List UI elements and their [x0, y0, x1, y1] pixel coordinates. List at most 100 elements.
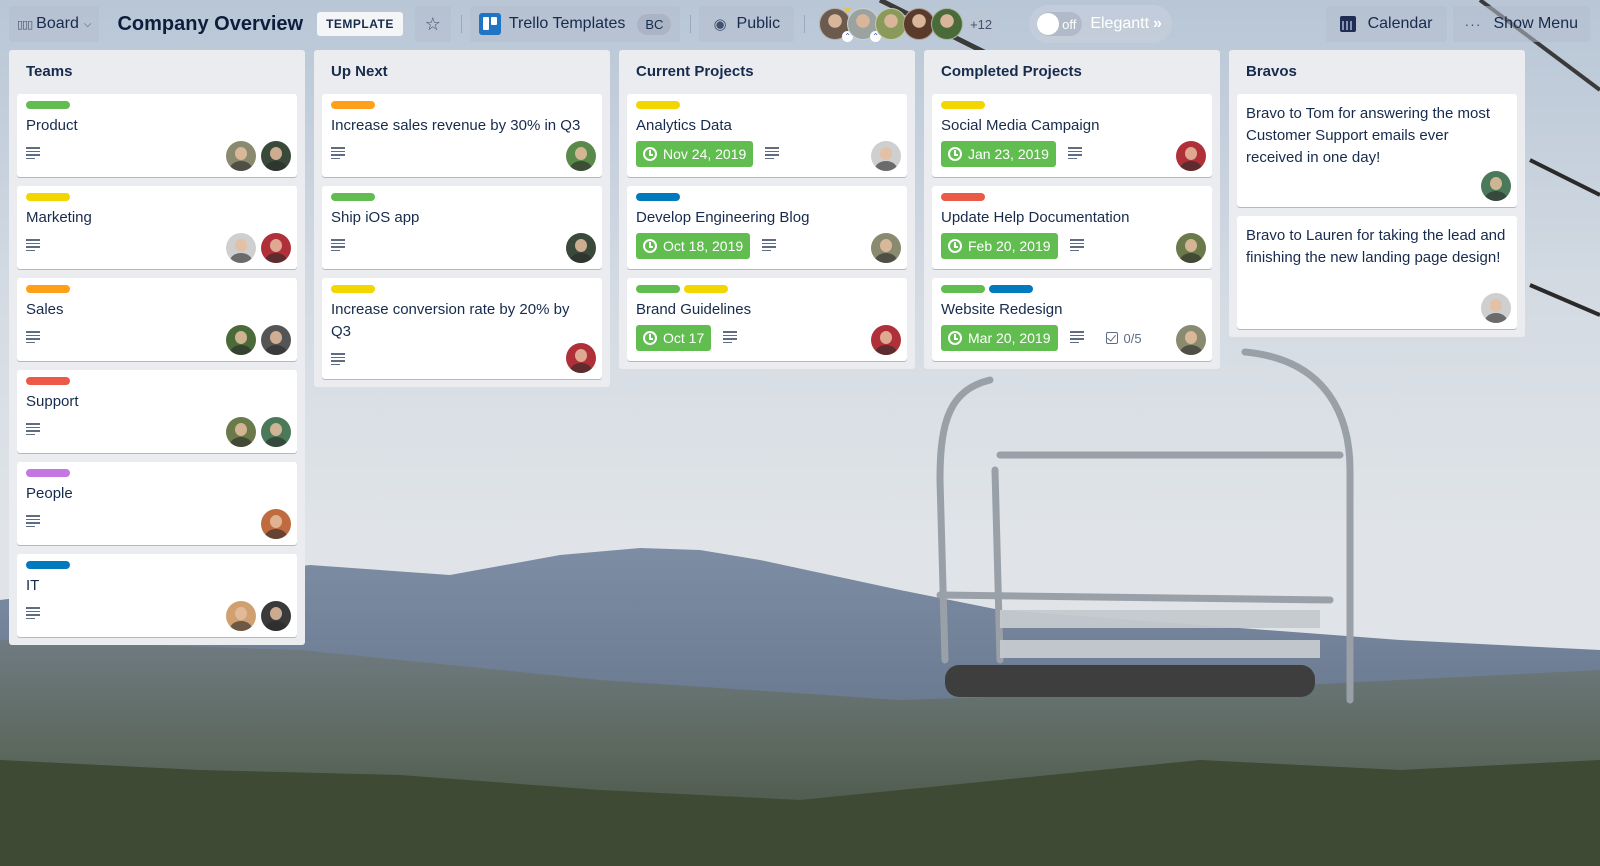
card[interactable]: Analytics Data Nov 24, 2019: [627, 94, 907, 177]
avatar[interactable]: [871, 233, 901, 263]
card[interactable]: IT: [17, 554, 297, 637]
list-title[interactable]: Current Projects: [627, 50, 907, 94]
elegantt-toggle[interactable]: off: [1037, 12, 1083, 36]
card[interactable]: People: [17, 462, 297, 545]
card[interactable]: Update Help Documentation Feb 20, 2019: [932, 186, 1212, 269]
show-menu-button[interactable]: ··· Show Menu: [1452, 6, 1590, 42]
board-title[interactable]: Company Overview: [117, 13, 303, 36]
label-yellow[interactable]: [26, 193, 70, 201]
team-button[interactable]: Trello Templates BC: [469, 6, 681, 42]
avatar[interactable]: [1176, 325, 1206, 355]
avatar[interactable]: [566, 141, 596, 171]
due-date-badge[interactable]: Nov 24, 2019: [636, 141, 754, 167]
visibility-button[interactable]: ◉ Public: [699, 6, 795, 42]
label-green[interactable]: [331, 193, 375, 201]
card-badges: Jan 23, 2019: [941, 141, 1203, 167]
card-members: [561, 233, 596, 263]
avatar[interactable]: [261, 325, 291, 355]
card-title: Increase conversion rate by 20% by Q3: [331, 301, 570, 340]
visibility-label: Public: [736, 15, 781, 32]
calendar-button[interactable]: Calendar: [1325, 6, 1447, 42]
list-title[interactable]: Up Next: [322, 50, 602, 94]
board-view-icon: ▯▯▯: [17, 18, 33, 31]
board-view-switcher[interactable]: ▯▯▯ Board ⌵: [9, 6, 100, 42]
list-teams: Teams Product Marketing Sales Support People I…: [9, 50, 305, 645]
avatar[interactable]: [226, 417, 256, 447]
description-icon: [765, 147, 780, 161]
label-green[interactable]: [26, 101, 70, 109]
label-blue[interactable]: [636, 193, 680, 201]
due-date-badge[interactable]: Mar 20, 2019: [941, 325, 1058, 351]
card[interactable]: Support: [17, 370, 297, 453]
avatar[interactable]: [261, 233, 291, 263]
elegantt-powerup-button[interactable]: off Elegantt »: [1029, 5, 1172, 43]
avatar[interactable]: [871, 141, 901, 171]
card-title: Product: [26, 117, 78, 134]
list-title[interactable]: Completed Projects: [932, 50, 1212, 94]
label-orange[interactable]: [331, 101, 375, 109]
card[interactable]: Bravo to Tom for answering the most Cust…: [1237, 94, 1517, 207]
card-members: [1476, 293, 1511, 323]
label-yellow[interactable]: [636, 101, 680, 109]
avatar[interactable]: [1481, 171, 1511, 201]
card-labels: [26, 285, 288, 293]
avatar[interactable]: [1176, 141, 1206, 171]
due-date-badge[interactable]: Feb 20, 2019: [941, 233, 1058, 259]
star-board-button[interactable]: ☆: [414, 6, 451, 42]
card[interactable]: Increase conversion rate by 20% by Q3: [322, 278, 602, 379]
card-badges: Mar 20, 2019 0/5: [941, 325, 1203, 351]
label-purple[interactable]: [26, 469, 70, 477]
avatar[interactable]: [1176, 233, 1206, 263]
card[interactable]: Develop Engineering Blog Oct 18, 2019: [627, 186, 907, 269]
due-date-badge[interactable]: Oct 18, 2019: [636, 233, 751, 259]
avatar[interactable]: [226, 601, 256, 631]
card[interactable]: Brand Guidelines Oct 17: [627, 278, 907, 361]
label-red[interactable]: [941, 193, 985, 201]
list-title[interactable]: Teams: [17, 50, 297, 94]
card[interactable]: Sales: [17, 278, 297, 361]
avatar[interactable]: [566, 233, 596, 263]
label-yellow[interactable]: [941, 101, 985, 109]
label-green[interactable]: [941, 285, 985, 293]
avatar[interactable]: [261, 417, 291, 447]
card-labels: [941, 285, 1203, 293]
avatar[interactable]: [566, 343, 596, 373]
due-date-badge[interactable]: Jan 23, 2019: [941, 141, 1056, 167]
avatar[interactable]: [261, 141, 291, 171]
card-badges: Oct 18, 2019: [636, 233, 898, 259]
avatar[interactable]: [871, 325, 901, 355]
card-labels: [26, 101, 288, 109]
avatar[interactable]: [261, 601, 291, 631]
avatar[interactable]: [226, 325, 256, 355]
label-blue[interactable]: [989, 285, 1033, 293]
card[interactable]: Social Media Campaign Jan 23, 2019: [932, 94, 1212, 177]
clock-icon: [643, 331, 657, 345]
label-red[interactable]: [26, 377, 70, 385]
label-blue[interactable]: [26, 561, 70, 569]
card-members: [866, 325, 901, 355]
description-icon: [1067, 147, 1082, 161]
avatar[interactable]: [1481, 293, 1511, 323]
card[interactable]: Website Redesign Mar 20, 2019 0/5: [932, 278, 1212, 361]
calendar-label: Calendar: [1367, 15, 1433, 32]
due-date-badge[interactable]: Oct 17: [636, 325, 712, 351]
due-date-text: Mar 20, 2019: [968, 330, 1051, 346]
avatar[interactable]: [226, 141, 256, 171]
card[interactable]: Marketing: [17, 186, 297, 269]
member-avatar[interactable]: [931, 8, 964, 40]
label-yellow[interactable]: [331, 285, 375, 293]
card[interactable]: Ship iOS app: [322, 186, 602, 269]
avatar[interactable]: [261, 509, 291, 539]
avatar[interactable]: [226, 233, 256, 263]
card-labels: [636, 101, 898, 109]
more-members-button[interactable]: +12: [963, 8, 1000, 40]
card[interactable]: Increase sales revenue by 30% in Q3: [322, 94, 602, 177]
card[interactable]: Product: [17, 94, 297, 177]
description-icon: [26, 239, 40, 253]
card[interactable]: Bravo to Lauren for taking the lead and …: [1237, 216, 1517, 329]
label-green[interactable]: [636, 285, 680, 293]
clock-icon: [643, 147, 657, 161]
list-title[interactable]: Bravos: [1237, 50, 1517, 94]
label-orange[interactable]: [26, 285, 70, 293]
label-yellow[interactable]: [684, 285, 728, 293]
